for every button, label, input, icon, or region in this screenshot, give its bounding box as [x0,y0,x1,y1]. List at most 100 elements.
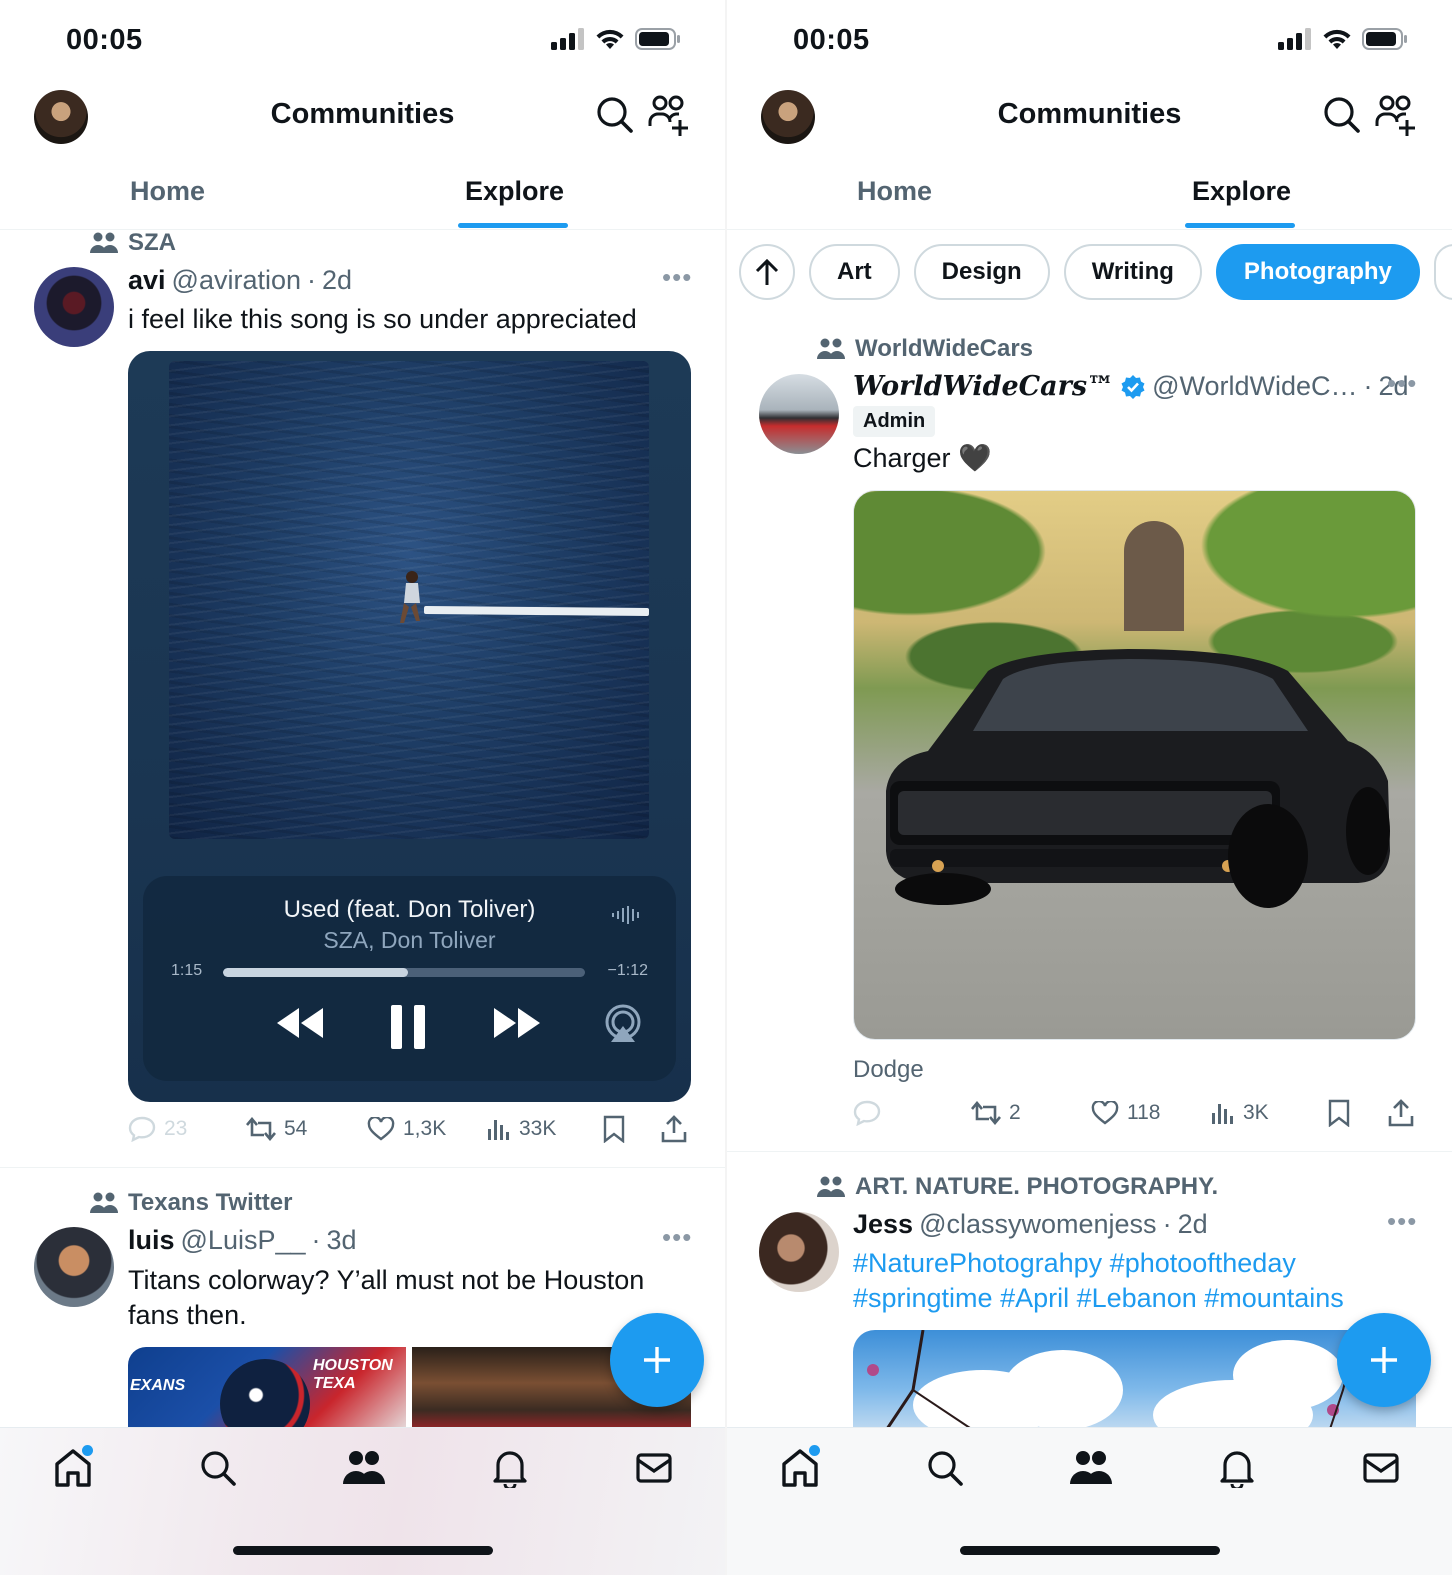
people-icon[interactable] [343,1448,385,1488]
more-icon[interactable]: ••• [662,262,692,293]
media-player: Used (feat. Don Toliver) SZA, Don Tolive… [143,876,676,1081]
share-button[interactable] [1388,1099,1414,1127]
tab-home[interactable]: Home [130,176,205,207]
search-icon[interactable] [1323,96,1361,134]
post-text: Charger 🖤 [853,443,992,473]
views-count: 3K [1243,1101,1269,1124]
repost-count: 54 [284,1117,308,1140]
reply-count: 23 [164,1117,188,1140]
chip-photography[interactable]: Photography [1215,244,1420,300]
author-name[interactable]: WorldWideCars™ [853,371,1114,402]
author-handle[interactable]: @LuisP__ [181,1225,306,1256]
post-text: i feel like this song is so under apprec… [128,304,637,334]
mail-icon[interactable] [1362,1448,1400,1488]
tab-home[interactable]: Home [857,176,932,207]
airplay-icon[interactable] [603,1004,643,1044]
add-community-icon[interactable] [1375,94,1419,138]
bell-icon[interactable] [492,1448,528,1488]
views-button[interactable]: 33K [487,1117,603,1141]
community-label[interactable]: WorldWideCars [817,335,1033,363]
community-name: Texans Twitter [128,1189,293,1216]
compose-button[interactable] [610,1313,704,1407]
signal-icon [551,28,584,50]
like-count: 1,3K [403,1117,447,1140]
add-community-icon[interactable] [648,94,692,138]
topic-chips: Art Design Writing Photography [739,244,1452,300]
author-handle[interactable]: @WorldWideC… [1152,371,1357,402]
views-button[interactable]: 3K [1211,1101,1328,1125]
community-label[interactable]: SZA [90,229,176,257]
plus-icon [1371,1347,1397,1373]
waveform-icon [612,906,639,924]
tab-bar-top: Home Explore [727,168,1452,230]
more-icon[interactable]: ••• [1387,1206,1417,1237]
header: Communities [0,86,725,148]
like-button[interactable]: 118 [1091,1101,1211,1125]
forward-icon[interactable] [492,1006,542,1040]
community-name: ART. NATURE. PHOTOGRAPHY. [855,1173,1219,1200]
image-text: HOUSTON TEXA [313,1357,393,1392]
post-header: WorldWideCars™ @WorldWideC… · 2d [853,371,1409,402]
bookmark-icon [603,1115,625,1143]
chip-writing[interactable]: Writing [1063,244,1202,300]
more-icon[interactable]: ••• [662,1222,692,1253]
verified-icon [1121,374,1145,399]
bell-icon[interactable] [1219,1448,1255,1488]
post-age: 3d [326,1225,357,1255]
views-icon [488,1120,509,1140]
divider [0,1167,725,1168]
search-icon[interactable] [199,1448,237,1488]
author-name[interactable]: luis [128,1225,175,1256]
author-name[interactable]: Jess [853,1209,913,1240]
repost-button[interactable]: 54 [246,1117,367,1141]
author-handle[interactable]: @aviration [172,265,301,296]
song-artist: SZA, Don Toliver [323,927,496,953]
status-bar: 00:05 [727,22,1452,62]
author-name[interactable]: avi [128,265,166,296]
reply-button[interactable]: 23 [128,1116,246,1142]
share-button[interactable] [661,1115,687,1143]
status-time: 00:05 [66,24,143,56]
like-icon [1091,1101,1119,1125]
reply-icon [128,1116,156,1142]
views-count: 33K [519,1117,557,1140]
chip-art[interactable]: Art [809,244,900,300]
post-age: 2d [1177,1209,1208,1239]
compose-button[interactable] [1337,1313,1431,1407]
repost-button[interactable]: 2 [971,1101,1091,1125]
tab-explore[interactable]: Explore [465,176,564,207]
post-image[interactable] [853,490,1416,1040]
post-media[interactable]: EXANS HOUSTON TEXA [128,1347,691,1437]
post-header: Jess @classywomenjess · 2d [853,1209,1208,1240]
pause-icon[interactable] [390,1004,426,1050]
reply-button[interactable] [853,1100,971,1126]
community-label[interactable]: ART. NATURE. PHOTOGRAPHY. [817,1173,1218,1201]
avatar[interactable] [759,374,839,454]
avatar[interactable] [759,1212,839,1292]
author-handle[interactable]: @classywomenjess [919,1209,1156,1240]
people-icon[interactable] [1070,1448,1112,1488]
more-icon[interactable]: ••• [1387,368,1417,399]
bookmark-button[interactable] [1328,1099,1388,1127]
like-button[interactable]: 1,3K [367,1117,487,1141]
views-icon [1212,1104,1233,1124]
chip-next[interactable] [1433,244,1452,300]
search-icon[interactable] [596,96,634,134]
music-card[interactable]: Used (feat. Don Toliver) SZA, Don Tolive… [128,351,691,1102]
avatar[interactable] [34,1227,114,1307]
chip-scroll-up[interactable] [739,244,795,300]
chip-design[interactable]: Design [913,244,1050,300]
progress-bar[interactable] [223,968,585,977]
elapsed-time: 1:15 [171,962,203,979]
search-icon[interactable] [926,1448,964,1488]
rewind-icon[interactable] [275,1006,325,1040]
signal-icon [1278,28,1311,50]
mail-icon[interactable] [635,1448,673,1488]
media-image[interactable]: EXANS HOUSTON TEXA [128,1347,406,1437]
avatar[interactable] [34,267,114,347]
community-label[interactable]: Texans Twitter [90,1189,292,1217]
bookmark-button[interactable] [603,1115,661,1143]
like-count: 118 [1127,1101,1161,1124]
tab-explore[interactable]: Explore [1192,176,1291,207]
post-hashtags[interactable]: #NaturePhotograhpy #photooftheday #sprin… [853,1246,1413,1316]
